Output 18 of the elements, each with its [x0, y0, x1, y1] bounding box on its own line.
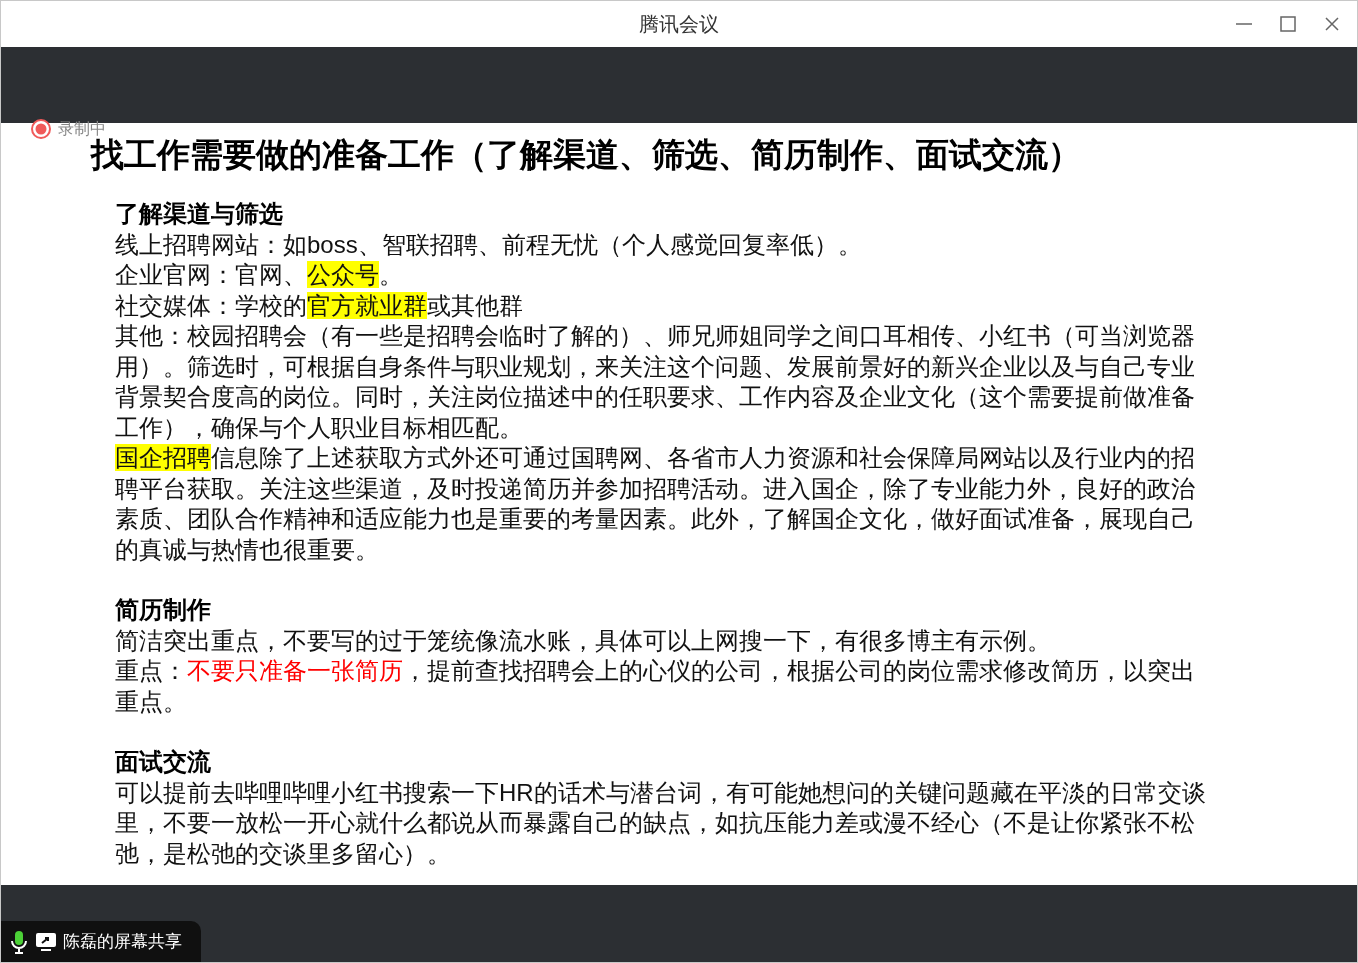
document-title: 找工作需要做的准备工作（了解渠道、筛选、简历制作、面试交流）: [91, 136, 1081, 175]
paragraph: 简洁突出重点，不要写的过于笼统像流水账，具体可以上网搜一下，有很多博主有示例。: [115, 625, 1052, 656]
paragraph: 线上招聘网站：如boss、智联招聘、前程无忧（个人感觉回复率低）。: [115, 229, 863, 260]
paragraph: 企业官网：官网、公众号。: [115, 260, 404, 290]
paragraph: 社交媒体：学校的官方就业群或其他群: [115, 290, 524, 321]
paragraph: 可以提前去哔哩哔哩小红书搜索一下HR的话术与潜台词，有可能她想问的关键问题藏在平淡的日常交谈里，不要一放松一开心就什么都说从而暴露自己的缺点，如抗压能力差或漫不经心（不是让你紧张不松弛，是松弛的交谈里多留心）。: [115, 777, 1207, 869]
section-heading: 简历制作: [115, 595, 212, 625]
window-title: 腾讯会议: [639, 12, 719, 37]
section-heading: 了解渠道与筛选: [115, 199, 284, 229]
section-heading: 面试交流: [115, 747, 212, 777]
screen-share-icon: [35, 930, 57, 953]
microphone-icon: [9, 928, 29, 955]
paragraph: 其他：校园招聘会（有一些是招聘会临时了解的）、师兄师姐同学之间口耳相传、小红书（可当浏览器用）。筛选时，可根据自身条件与职业规划，来关注这个问题、发展前景好的新兴企业以及与自己专业背景契合度高的岗位。同时，关注岗位描述中的任职要求、工作内容及企业文化（这个需要提前做准备工作），确保与个人职业目标相匹配。: [115, 321, 1196, 443]
paragraph: 国企招聘信息除了上述获取方式外还可通过国聘网、各省市人力资源和社会保障局网站以及行业内的招聘平台获取。关注这些渠道，及时投递简历并参加招聘活动。进入国企，除了专业能力外，良好的政治素质、团队合作精神和适应能力也是重要的考量因素。此外，了解国企文化，做好面试准备，展现自己的真诚与热情也很重要。: [115, 443, 1196, 565]
screen-share-label: 陈磊的屏幕共享: [63, 930, 182, 953]
maximize-icon[interactable]: [1277, 13, 1299, 35]
paragraph: 重点：不要只准备一张简历，提前查找招聘会上的心仪的公司，根据公司的岗位需求修改简历，以突出重点。: [115, 656, 1196, 717]
recording-label: 录制中: [58, 119, 106, 138]
